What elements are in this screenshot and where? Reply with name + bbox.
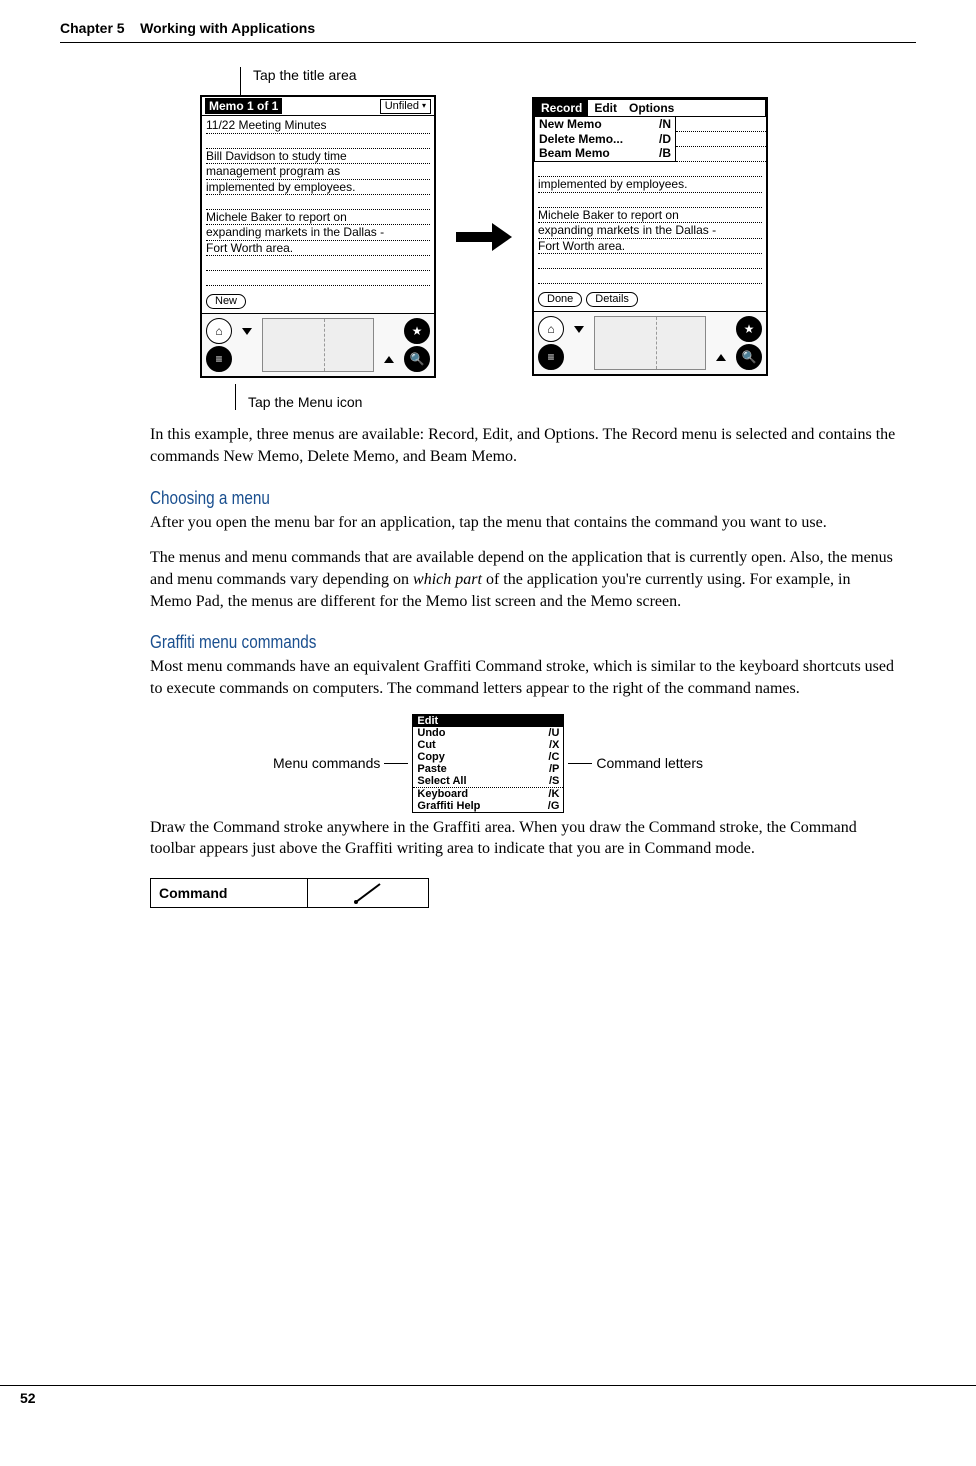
memo-line[interactable]: implemented by employees. [206, 180, 430, 195]
memo-line[interactable] [206, 195, 430, 210]
command-stroke-glyph [308, 879, 428, 907]
memo-line[interactable]: Bill Davidson to study time [206, 149, 430, 164]
menu-item-copy[interactable]: Copy/C [413, 751, 563, 763]
menu-item-delete-memo[interactable]: Delete Memo.../D [535, 132, 675, 146]
paragraph: The menus and menu commands that are ava… [150, 547, 896, 612]
memo-line [538, 193, 762, 208]
paragraph: Draw the Command stroke anywhere in the … [150, 817, 896, 860]
memo-title: Memo 1 of 1 [205, 98, 282, 114]
memo-line: Fort Worth area. [538, 239, 762, 254]
menu-bar[interactable]: Record Edit Options [534, 99, 766, 117]
memo-line [538, 162, 762, 177]
menu-item-select-all[interactable]: Select All/S [413, 775, 563, 787]
callout-tap-title: Tap the title area [240, 67, 916, 95]
favorite-icon[interactable]: ★ [736, 316, 762, 342]
memo-line [676, 132, 766, 147]
chapter-title: Working with Applications [140, 20, 315, 36]
edit-menu-dropdown: Edit Undo/U Cut/X Copy/C Paste/P Select … [412, 714, 564, 813]
graffiti-area[interactable] [594, 316, 706, 370]
memo-line[interactable] [206, 256, 430, 271]
scroll-up-icon[interactable] [384, 356, 394, 363]
menu-edit[interactable]: Edit [588, 100, 623, 116]
memo-line [538, 254, 762, 269]
menu-item-paste[interactable]: Paste/P [413, 763, 563, 775]
menu-item-cut[interactable]: Cut/X [413, 739, 563, 751]
favorite-icon[interactable]: ★ [404, 318, 430, 344]
menu-options[interactable]: Options [623, 100, 680, 116]
details-button[interactable]: Details [586, 292, 638, 307]
paragraph: Most menu commands have an equivalent Gr… [150, 656, 896, 699]
menu-item-undo[interactable]: Undo/U [413, 727, 563, 739]
paragraph: After you open the menu bar for an appli… [150, 512, 896, 534]
menu-item-new-memo[interactable]: New Memo/N [535, 117, 675, 131]
memo-line [676, 117, 766, 132]
memo-line[interactable]: 11/22 Meeting Minutes [206, 118, 430, 133]
palm-screenshot-right: Record Edit Options New Memo/N Delete Me… [532, 97, 768, 376]
home-icon[interactable]: ⌂ [538, 316, 564, 342]
label-menu-commands: Menu commands [273, 755, 380, 771]
arrow-icon [454, 223, 514, 251]
menu-record[interactable]: Record [535, 100, 588, 116]
memo-line: expanding markets in the Dallas - [538, 223, 762, 238]
memo-line[interactable] [206, 271, 430, 286]
memo-line[interactable] [206, 134, 430, 149]
find-icon[interactable]: 🔍 [736, 344, 762, 370]
scroll-up-icon[interactable] [716, 354, 726, 361]
page-header: Chapter 5 Working with Applications [60, 20, 916, 43]
edit-menu-title: Edit [413, 715, 563, 727]
figure-edit-menu: Menu commands Edit Undo/U Cut/X Copy/C P… [60, 714, 916, 813]
menu-item-keyboard[interactable]: Keyboard/K [413, 788, 563, 800]
leader-line [568, 763, 592, 764]
memo-line[interactable]: expanding markets in the Dallas - [206, 225, 430, 240]
scroll-down-icon[interactable] [574, 326, 584, 333]
scroll-down-icon[interactable] [242, 328, 252, 335]
figure-palm-devices: Memo 1 of 1 Unfiled ▾ 11/22 Meeting Minu… [200, 95, 916, 378]
record-menu-dropdown: New Memo/N Delete Memo.../D Beam Memo/B [534, 117, 676, 162]
silkscreen-area: ⌂ ★ ≡ 🔍 [202, 313, 434, 376]
palm-screenshot-left: Memo 1 of 1 Unfiled ▾ 11/22 Meeting Minu… [200, 95, 436, 378]
memo-title-bar[interactable]: Memo 1 of 1 Unfiled ▾ [202, 97, 434, 116]
memo-line[interactable]: Fort Worth area. [206, 241, 430, 256]
page-number: 52 [20, 1390, 36, 1406]
silkscreen-area: ⌂ ★ ≡ 🔍 [534, 311, 766, 374]
label-command-letters: Command letters [596, 755, 703, 771]
menu-item-beam-memo[interactable]: Beam Memo/B [535, 146, 675, 160]
memo-line: Michele Baker to report on [538, 208, 762, 223]
command-stroke-table: Command [150, 878, 429, 908]
paragraph: In this example, three menus are availab… [150, 424, 896, 467]
memo-line [676, 147, 766, 162]
find-icon[interactable]: 🔍 [404, 346, 430, 372]
new-button[interactable]: New [206, 294, 246, 309]
memo-line[interactable]: Michele Baker to report on [206, 210, 430, 225]
heading-choosing-a-menu: Choosing a menu [150, 486, 784, 510]
page-footer: 52 [0, 1385, 976, 1406]
memo-line [538, 269, 762, 284]
category-selector[interactable]: Unfiled ▾ [380, 99, 431, 114]
done-button[interactable]: Done [538, 292, 582, 307]
leader-line [384, 763, 408, 764]
memo-line: implemented by employees. [538, 177, 762, 192]
heading-graffiti-menu-commands: Graffiti menu commands [150, 630, 784, 654]
chapter-label: Chapter 5 [60, 20, 125, 36]
menu-icon[interactable]: ≡ [206, 346, 232, 372]
home-icon[interactable]: ⌂ [206, 318, 232, 344]
menu-item-graffiti-help[interactable]: Graffiti Help/G [413, 800, 563, 812]
menu-icon[interactable]: ≡ [538, 344, 564, 370]
graffiti-area[interactable] [262, 318, 374, 372]
memo-line[interactable]: management program as [206, 164, 430, 179]
callout-tap-menu-icon: Tap the Menu icon [235, 384, 916, 410]
command-label: Command [151, 879, 308, 907]
